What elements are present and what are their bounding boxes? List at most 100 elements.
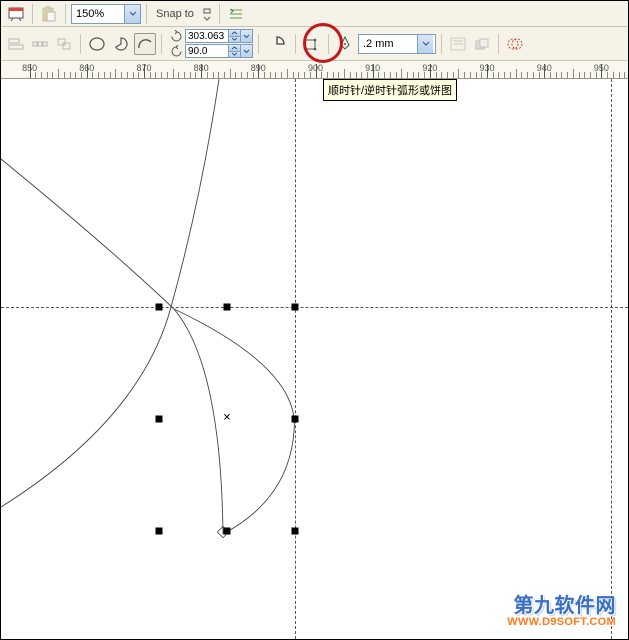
behind-icon[interactable] <box>504 33 526 55</box>
selection-center[interactable]: ✕ <box>223 415 232 424</box>
ruler-tick-minor <box>70 72 71 78</box>
zoom-combo[interactable] <box>71 4 141 24</box>
ruler-tick-minor <box>590 72 591 78</box>
ruler-tick-minor <box>92 72 93 78</box>
ruler-tick-minor <box>213 72 214 78</box>
separator <box>32 4 33 24</box>
ruler-tick-minor <box>521 72 522 78</box>
snap-dropdown-icon[interactable] <box>200 3 214 25</box>
ruler-tick-minor <box>287 69 288 78</box>
pie-icon[interactable] <box>110 33 132 55</box>
end-angle-spinner[interactable] <box>185 44 253 58</box>
selection-handle[interactable] <box>156 304 163 311</box>
convert-curves-icon[interactable] <box>301 33 323 55</box>
ruler-tick-minor <box>458 69 459 78</box>
ruler-tick-minor <box>396 72 397 78</box>
ruler-tick-minor <box>413 72 414 78</box>
presentation-icon[interactable] <box>5 3 27 25</box>
ruler-tick-minor <box>624 72 625 78</box>
angle-spinners <box>169 29 253 58</box>
outline-width-input[interactable] <box>359 35 417 53</box>
selection-handle[interactable] <box>292 416 299 423</box>
pen-outline-icon[interactable] <box>334 33 356 55</box>
chevron-down-icon[interactable] <box>240 45 252 57</box>
selection-handle[interactable] <box>292 304 299 311</box>
separator <box>258 34 259 54</box>
ruler-tick-minor <box>567 72 568 78</box>
ruler-tick-minor <box>584 72 585 78</box>
ruler-tick-minor <box>110 72 111 78</box>
chevron-down-icon[interactable] <box>229 37 240 43</box>
ruler-tick-minor <box>441 72 442 78</box>
drawing-content <box>1 79 628 639</box>
paste-icon <box>38 3 60 25</box>
ruler-tick-minor <box>264 72 265 78</box>
separator <box>295 34 296 54</box>
ruler-tick-minor <box>247 72 248 78</box>
zoom-input[interactable] <box>72 5 124 23</box>
start-angle-spinner[interactable] <box>185 29 253 43</box>
ruler-tick-minor <box>230 69 231 78</box>
ruler-tick-minor <box>390 72 391 78</box>
ruler-tick-minor <box>573 69 574 78</box>
ruler-tick-minor <box>155 72 156 78</box>
to-front-icon <box>471 33 493 55</box>
ruler-horizontal[interactable]: 850860870880890900910920930940950 <box>1 61 628 79</box>
separator <box>65 4 66 24</box>
ruler-tick-minor <box>281 72 282 78</box>
ruler-tick-minor <box>579 72 580 78</box>
chevron-down-icon[interactable] <box>417 35 433 53</box>
ruler-tick-minor <box>218 72 219 78</box>
chevron-down-icon[interactable] <box>240 30 252 42</box>
toolbar-properties <box>1 27 628 61</box>
spinner-buttons[interactable] <box>228 30 240 42</box>
selection-handle[interactable] <box>224 528 231 535</box>
ruler-tick-minor <box>498 72 499 78</box>
snap-options-icon[interactable] <box>225 3 247 25</box>
ruler-tick-minor <box>58 69 59 78</box>
chevron-down-icon[interactable] <box>124 5 140 23</box>
selection-handle[interactable] <box>292 528 299 535</box>
ruler-tick-minor <box>127 72 128 78</box>
ruler-tick-minor <box>241 72 242 78</box>
ruler-tick-minor <box>344 69 345 78</box>
spinner-buttons[interactable] <box>228 45 240 57</box>
ruler-tick-minor <box>327 72 328 78</box>
ruler-tick-minor <box>550 72 551 78</box>
ruler-tick-minor <box>464 72 465 78</box>
ruler-tick-minor <box>75 72 76 78</box>
end-angle-input[interactable] <box>186 45 228 57</box>
arc-icon[interactable] <box>134 33 156 55</box>
ruler-tick-minor <box>235 72 236 78</box>
ruler-tick-minor <box>190 72 191 78</box>
selection-handle[interactable] <box>156 416 163 423</box>
ruler-tick-minor <box>533 72 534 78</box>
separator <box>219 4 220 24</box>
separator <box>80 34 81 54</box>
arc-direction-button[interactable] <box>264 31 290 57</box>
ruler-tick-minor <box>167 72 168 78</box>
separator <box>146 4 147 24</box>
canvas[interactable]: ✕ 第九软件网 WWW.D9SOFT.COM <box>1 79 628 639</box>
chevron-down-icon[interactable] <box>229 52 240 58</box>
ruler-tick-minor <box>378 72 379 78</box>
ruler-tick-minor <box>173 69 174 78</box>
selection-handle[interactable] <box>224 304 231 311</box>
ruler-tick-minor <box>184 72 185 78</box>
rotate-cw-icon <box>169 29 183 43</box>
ruler-tick-minor <box>436 72 437 78</box>
ruler-tick-minor <box>293 72 294 78</box>
ruler-tick-minor <box>121 72 122 78</box>
ellipse-icon[interactable] <box>86 33 108 55</box>
snap-label: Snap to <box>152 8 198 20</box>
ruler-tick-minor <box>270 72 271 78</box>
ruler-tick-minor <box>453 72 454 78</box>
ruler-tick-minor <box>476 72 477 78</box>
selection-handle[interactable] <box>156 528 163 535</box>
ruler-tick-minor <box>41 72 42 78</box>
outline-width-combo[interactable] <box>358 34 436 54</box>
ruler-tick-minor <box>619 72 620 78</box>
ruler-tick-minor <box>52 72 53 78</box>
ruler-tick-minor <box>407 72 408 78</box>
start-angle-input[interactable] <box>186 30 228 42</box>
